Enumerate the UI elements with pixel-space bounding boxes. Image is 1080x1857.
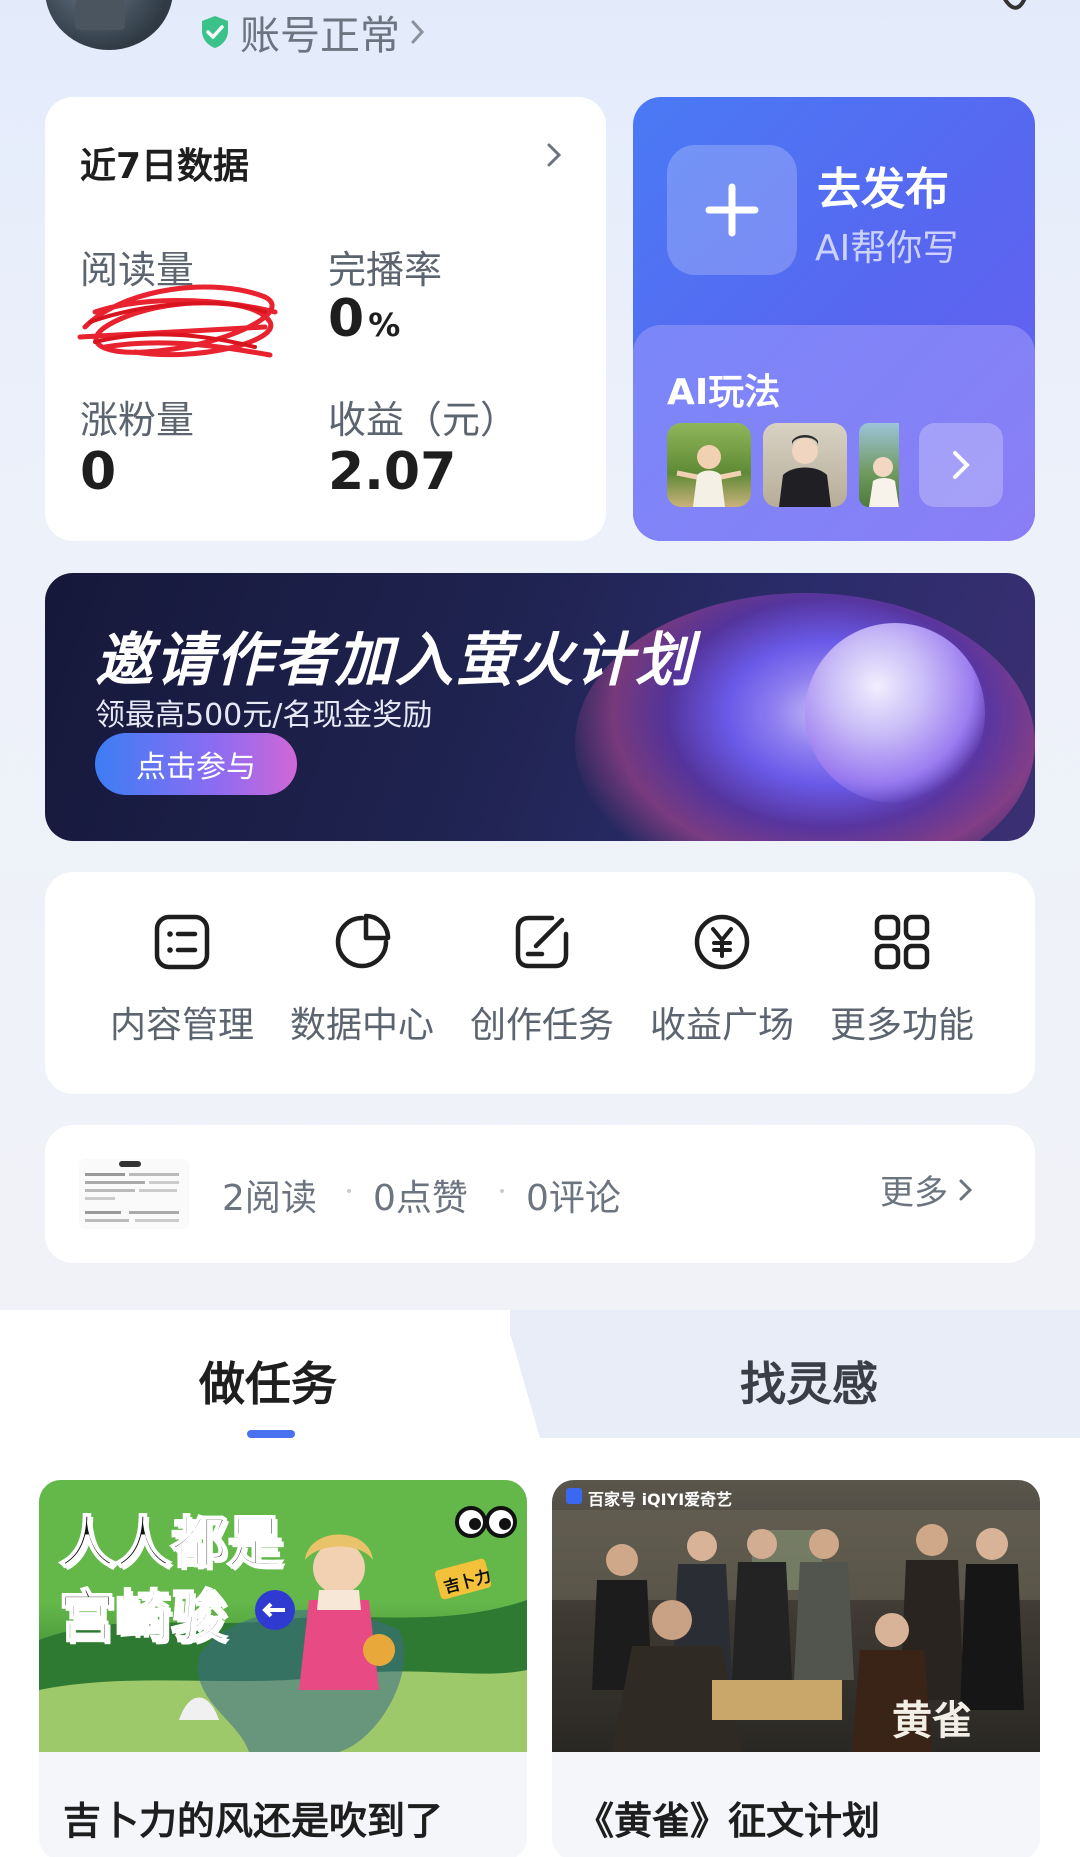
task-image-ghibli: 人人都是 宫崎骏 吉卜力 bbox=[39, 1480, 527, 1752]
tool-more-features[interactable]: 更多功能 bbox=[817, 912, 987, 1062]
tool-label: 内容管理 bbox=[109, 1005, 254, 1046]
metric-label-earnings: 收益（元） bbox=[328, 398, 519, 442]
more-label: 更多 bbox=[880, 1173, 948, 1213]
metric-completion: 0% bbox=[328, 289, 400, 349]
metric-unit-percent: % bbox=[368, 306, 401, 344]
ai-thumb-boy[interactable] bbox=[763, 423, 847, 507]
edit-icon bbox=[515, 915, 569, 969]
metric-value-completion: 0 bbox=[328, 289, 365, 349]
banner-orb bbox=[805, 623, 985, 803]
recent-7-days-card[interactable]: 近7日数据 阅读量 完播率 0% 涨粉量 0 收益（元） 2.07 bbox=[45, 97, 606, 541]
list-icon bbox=[154, 914, 210, 970]
tool-label: 更多功能 bbox=[829, 1005, 974, 1046]
tab-active-indicator bbox=[247, 1430, 295, 1438]
chevron-right-icon bbox=[959, 1179, 973, 1200]
shield-check-icon bbox=[202, 16, 228, 48]
avatar[interactable] bbox=[45, 0, 173, 50]
tool-content-management[interactable]: 内容管理 bbox=[97, 912, 267, 1062]
publish-title[interactable]: 去发布 bbox=[817, 153, 949, 217]
chevron-right-icon bbox=[547, 143, 562, 167]
redaction-scribble bbox=[77, 284, 278, 358]
metric-value-followers: 0 bbox=[80, 442, 117, 502]
article-reads: 2阅读 bbox=[222, 1178, 317, 1219]
ai-thumb-child[interactable] bbox=[859, 423, 899, 507]
task-title: 吉卜力的风还是吹到了 bbox=[63, 1799, 444, 1843]
plus-icon bbox=[705, 183, 759, 237]
article-likes: 0点赞 bbox=[373, 1178, 468, 1219]
brand-logo-text: 百家号 iQIYI爱奇艺 bbox=[588, 1490, 733, 1509]
firefly-plan-banner[interactable]: 邀请作者加入萤火计划 领最高500元/名现金奖励 点击参与 bbox=[45, 573, 1035, 841]
ai-play-title: AI玩法 bbox=[667, 372, 781, 413]
tool-creation-tasks[interactable]: 创作任务 bbox=[457, 912, 627, 1062]
task-title: 《黄雀》征文计划 bbox=[576, 1799, 881, 1843]
metric-value-earnings: 2.07 bbox=[328, 442, 457, 502]
banner-join-button[interactable]: 点击参与 bbox=[95, 733, 297, 795]
movie-title-mark: 黄雀 bbox=[892, 1698, 972, 1744]
ai-play-next-button[interactable] bbox=[919, 423, 1003, 507]
more-link[interactable]: 更多 bbox=[880, 1165, 974, 1214]
recent-article-row[interactable]: 2阅读 0点赞 0评论 更多 bbox=[45, 1125, 1035, 1263]
data-card-title: 近7日数据 bbox=[80, 146, 250, 187]
task-image-huangque: 百家号 iQIYI爱奇艺 黄雀 bbox=[552, 1480, 1040, 1752]
metric-label-followers: 涨粉量 bbox=[80, 398, 195, 442]
task-card-ghibli[interactable]: 人人都是 宫崎骏 吉卜力 吉卜力的风还是吹到了 bbox=[39, 1480, 527, 1857]
ai-thumb-girl[interactable] bbox=[667, 423, 751, 507]
tool-label: 数据中心 bbox=[289, 1005, 434, 1046]
banner-title: 邀请作者加入萤火计划 bbox=[95, 626, 696, 694]
pie-chart-icon bbox=[335, 913, 391, 969]
task-image-text-1: 人人都是 bbox=[58, 1510, 284, 1577]
task-card-huangque[interactable]: 百家号 iQIYI爱奇艺 黄雀 《黄雀》征文计划 bbox=[552, 1480, 1040, 1857]
publish-card: 去发布 AI帮你写 AI玩法 bbox=[633, 97, 1035, 541]
tool-data-center[interactable]: 数据中心 bbox=[277, 912, 447, 1062]
chevron-right-icon bbox=[953, 451, 970, 479]
task-image-text-2: 宫崎骏 bbox=[58, 1584, 228, 1651]
publish-subtitle: AI帮你写 bbox=[815, 228, 959, 269]
tool-label: 创作任务 bbox=[469, 1005, 614, 1046]
chevron-right-icon bbox=[411, 20, 425, 44]
article-thumbnail bbox=[79, 1159, 189, 1229]
metric-label-completion: 完播率 bbox=[328, 248, 443, 292]
scribble-glyph bbox=[1003, 0, 1027, 10]
separator-dot bbox=[500, 1189, 504, 1193]
account-status-text: 账号正常 bbox=[240, 13, 400, 59]
ai-play-panel[interactable]: AI玩法 bbox=[633, 325, 1035, 541]
account-status[interactable]: 账号正常 bbox=[200, 8, 426, 59]
grid-icon bbox=[874, 914, 930, 970]
yen-icon bbox=[694, 914, 750, 970]
tool-label: 收益广场 bbox=[649, 1005, 794, 1046]
tools-panel: 内容管理 数据中心 创作任务 收益广场 更多功能 bbox=[45, 872, 1035, 1094]
article-comments: 0评论 bbox=[526, 1178, 621, 1219]
publish-button[interactable] bbox=[667, 145, 797, 275]
tab-find-inspiration[interactable]: 找灵感 bbox=[740, 1348, 878, 1414]
separator-dot bbox=[347, 1189, 351, 1193]
tab-do-tasks[interactable]: 做任务 bbox=[199, 1348, 337, 1414]
tool-earnings-plaza[interactable]: 收益广场 bbox=[637, 912, 807, 1062]
banner-subtitle: 领最高500元/名现金奖励 bbox=[95, 698, 433, 733]
